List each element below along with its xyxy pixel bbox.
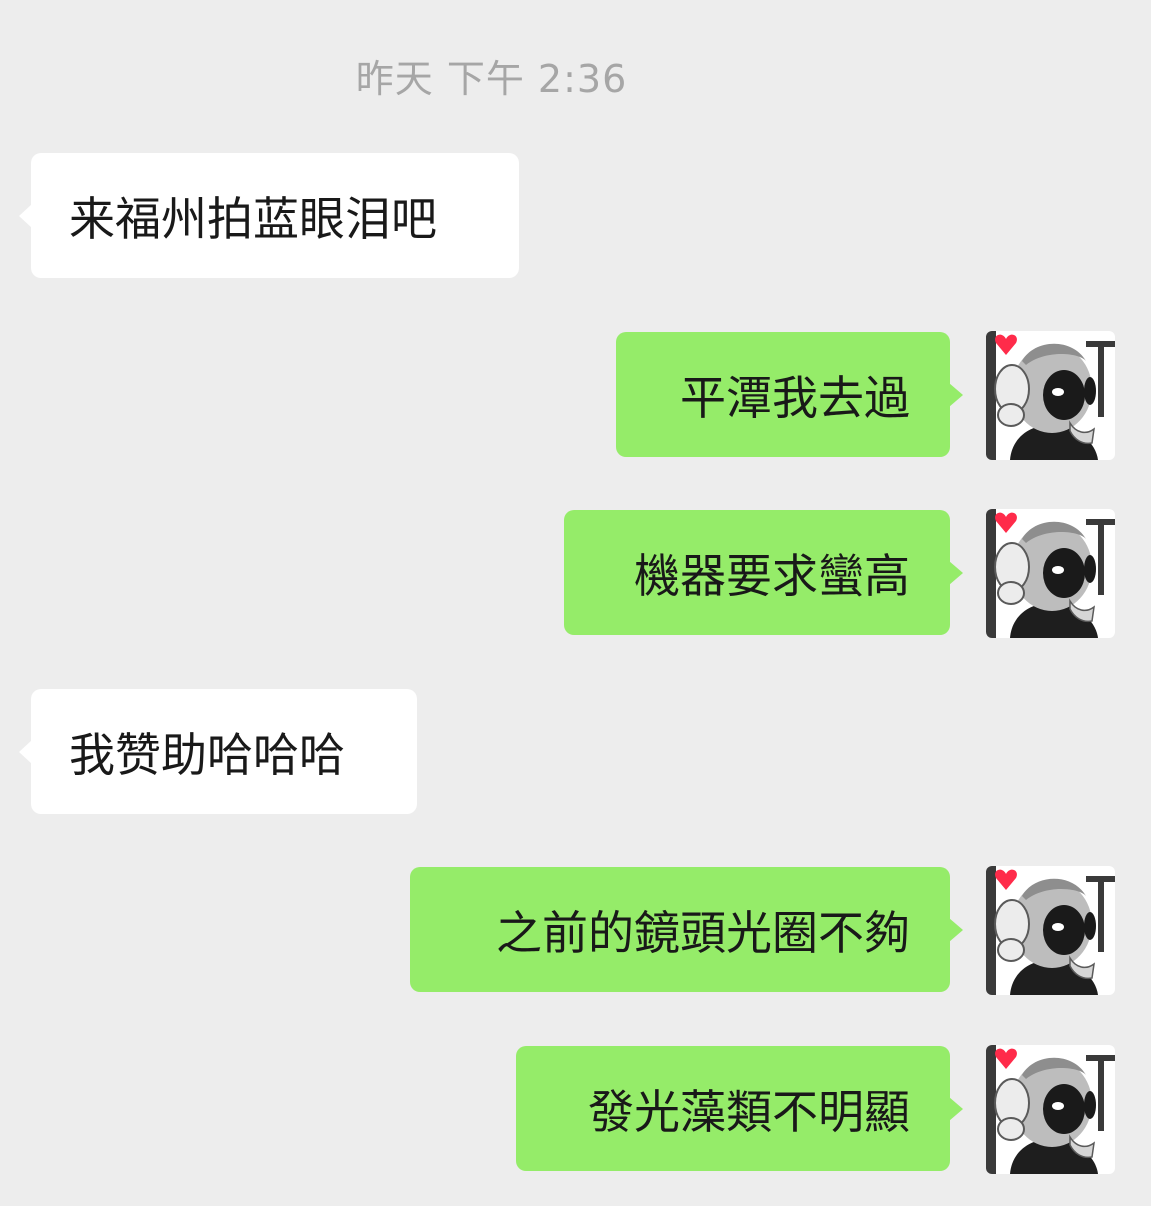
bubble-tail (949, 382, 963, 407)
message-text: 機器要求蠻高 (634, 548, 910, 603)
bubble-tail (949, 1096, 963, 1121)
timestamp: 昨天 下午 2:36 (355, 57, 628, 101)
incoming-message-bubble[interactable]: 来福州拍蓝眼泪吧 (19, 153, 519, 278)
bubble-tail (949, 917, 963, 942)
outgoing-message-bubble[interactable]: 平潭我去過 (616, 332, 963, 457)
cartoon-character-avatar-icon[interactable] (986, 331, 1115, 460)
message-text: 之前的鏡頭光圈不夠 (496, 905, 910, 960)
avatar-artwork (986, 331, 1115, 460)
bubble-tail (949, 560, 963, 585)
bubble-tail (19, 203, 32, 228)
outgoing-message-bubble[interactable]: 發光藻類不明顯 (516, 1046, 963, 1171)
cartoon-character-avatar-icon[interactable] (986, 509, 1115, 638)
cartoon-character-avatar-icon[interactable] (986, 1045, 1115, 1174)
cartoon-character-avatar-icon[interactable] (986, 866, 1115, 995)
avatar-artwork (986, 509, 1115, 638)
message-text: 我赞助哈哈哈 (69, 727, 345, 782)
message-text: 来福州拍蓝眼泪吧 (69, 191, 437, 246)
avatar-artwork (986, 1045, 1115, 1174)
message-text: 發光藻類不明顯 (588, 1084, 910, 1139)
incoming-message-bubble[interactable]: 我赞助哈哈哈 (19, 689, 417, 814)
message-text: 平潭我去過 (680, 370, 910, 425)
outgoing-message-bubble[interactable]: 機器要求蠻高 (564, 510, 963, 635)
outgoing-message-bubble[interactable]: 之前的鏡頭光圈不夠 (410, 867, 963, 992)
bubble-tail (19, 739, 32, 764)
avatar-artwork (986, 866, 1115, 995)
